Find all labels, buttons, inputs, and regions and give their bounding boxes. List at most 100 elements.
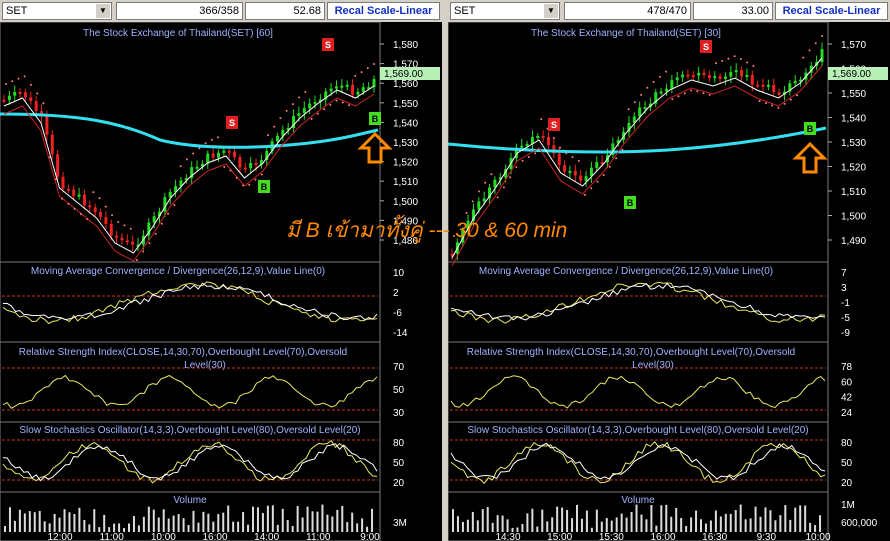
volume-ratio-field: 366/358 <box>116 2 243 20</box>
indicator-line <box>450 281 826 324</box>
candle-body <box>670 80 674 89</box>
candle-body <box>50 134 54 155</box>
price-tick-label: 1,510 <box>393 177 418 188</box>
volume-bar <box>281 508 284 532</box>
volume-bar <box>222 512 225 532</box>
volume-bar <box>576 504 578 532</box>
candle-body <box>45 115 49 135</box>
volume-bar <box>690 517 693 532</box>
chevron-down-icon[interactable]: ▼ <box>96 4 110 18</box>
recal-scale-button[interactable]: Recal Scale-Linear <box>327 2 440 20</box>
sar-dot <box>714 62 717 65</box>
volume-bar <box>152 509 155 532</box>
candle-body <box>536 136 540 139</box>
sar-dot <box>758 99 761 102</box>
candle-body <box>115 235 119 238</box>
price-chart-svg[interactable]: The Stock Exchange of Thailand(SET) [30]… <box>448 22 890 541</box>
candle-body <box>308 103 312 109</box>
sar-dot <box>808 49 811 52</box>
symbol-select[interactable]: SET ▼ <box>450 2 560 20</box>
price-tick-label: 1,530 <box>393 138 418 149</box>
sar-dot <box>117 221 120 224</box>
sar-dot <box>73 207 76 210</box>
price-chart-svg[interactable]: The Stock Exchange of Thailand(SET) [60]… <box>0 22 442 541</box>
stoch-title: Slow Stochastics Oscillator(14,3,3),Over… <box>19 425 360 436</box>
volume-bar <box>605 518 608 532</box>
price-tick-label: 1,500 <box>841 212 866 223</box>
candle-body <box>61 176 65 189</box>
volume-bar <box>556 506 559 532</box>
volume-bar <box>595 509 598 532</box>
volume-bar <box>819 515 822 532</box>
sar-dot <box>627 108 630 111</box>
candle-body <box>691 75 695 78</box>
volume-bar <box>276 524 279 532</box>
indicator-line <box>2 439 378 484</box>
symbol-select[interactable]: SET ▼ <box>2 2 112 20</box>
volume-bar <box>585 510 588 532</box>
indicator-line <box>450 441 826 485</box>
volume-bar <box>162 509 165 532</box>
indicator-line <box>450 282 826 321</box>
sar-dot <box>285 109 288 112</box>
sar-dot <box>777 106 780 109</box>
candle-body <box>125 240 129 243</box>
chart-pane-60min[interactable]: SET ▼ 366/358 52.68 Recal Scale-Linear T… <box>0 0 442 541</box>
sar-dot <box>111 214 114 217</box>
chart-pane-30min[interactable]: SET ▼ 478/470 33.00 Recal Scale-Linear T… <box>448 0 890 541</box>
sar-dot <box>223 165 226 168</box>
sar-dot <box>646 86 649 89</box>
candle-body <box>579 175 583 181</box>
sar-dot <box>160 222 163 225</box>
sar-dot <box>477 190 480 193</box>
candle-body <box>77 194 81 197</box>
sar-dot <box>764 102 767 105</box>
volume-bar <box>789 519 792 532</box>
candle-body <box>93 207 97 213</box>
sar-dot <box>248 183 251 186</box>
chart-title: The Stock Exchange of Thailand(SET) [30] <box>531 28 721 39</box>
indicator-tick-label: 600,000 <box>841 518 878 529</box>
volume-bar <box>700 519 702 532</box>
rsi-title: Relative Strength Index(CLOSE,14,30,70),… <box>19 347 348 358</box>
rsi-title: Relative Strength Index(CLOSE,14,30,70),… <box>467 347 796 358</box>
sar-dot <box>154 232 157 235</box>
candle-body <box>520 145 524 148</box>
candle-body <box>697 72 701 76</box>
volume-bar <box>172 515 175 532</box>
volume-bar <box>452 509 454 532</box>
candle-body <box>227 150 231 153</box>
sar-dot <box>602 173 605 176</box>
symbol-value: SET <box>454 5 476 17</box>
sar-dot <box>721 59 724 62</box>
sar-dot <box>98 197 101 200</box>
sar-dot <box>17 77 20 80</box>
candle-body <box>675 77 679 81</box>
candle-body <box>372 79 376 88</box>
candle-body <box>482 198 486 202</box>
chevron-down-icon[interactable]: ▼ <box>544 4 558 18</box>
sar-dot <box>298 96 301 99</box>
sar-dot <box>86 218 89 221</box>
sar-dot <box>335 99 338 102</box>
volume-bar <box>471 511 474 532</box>
sar-dot <box>496 196 499 199</box>
candle-body <box>777 92 781 95</box>
volume-bar <box>53 513 56 532</box>
time-axis-label: 16:30 <box>702 532 727 541</box>
sar-dot <box>260 173 263 176</box>
sar-dot <box>752 64 755 67</box>
sar-dot <box>5 83 7 85</box>
sar-dot <box>652 81 655 84</box>
sar-dot <box>11 80 14 83</box>
recal-scale-button[interactable]: Recal Scale-Linear <box>775 2 888 20</box>
volume-bar <box>93 509 96 532</box>
candle-body <box>477 201 481 210</box>
volume-bar <box>217 514 220 532</box>
volume-bar <box>709 520 712 532</box>
candle-body <box>686 74 690 77</box>
candle-body <box>568 170 572 173</box>
volume-bar <box>341 505 344 532</box>
candle-body <box>195 166 199 169</box>
volume-bar <box>237 521 240 532</box>
